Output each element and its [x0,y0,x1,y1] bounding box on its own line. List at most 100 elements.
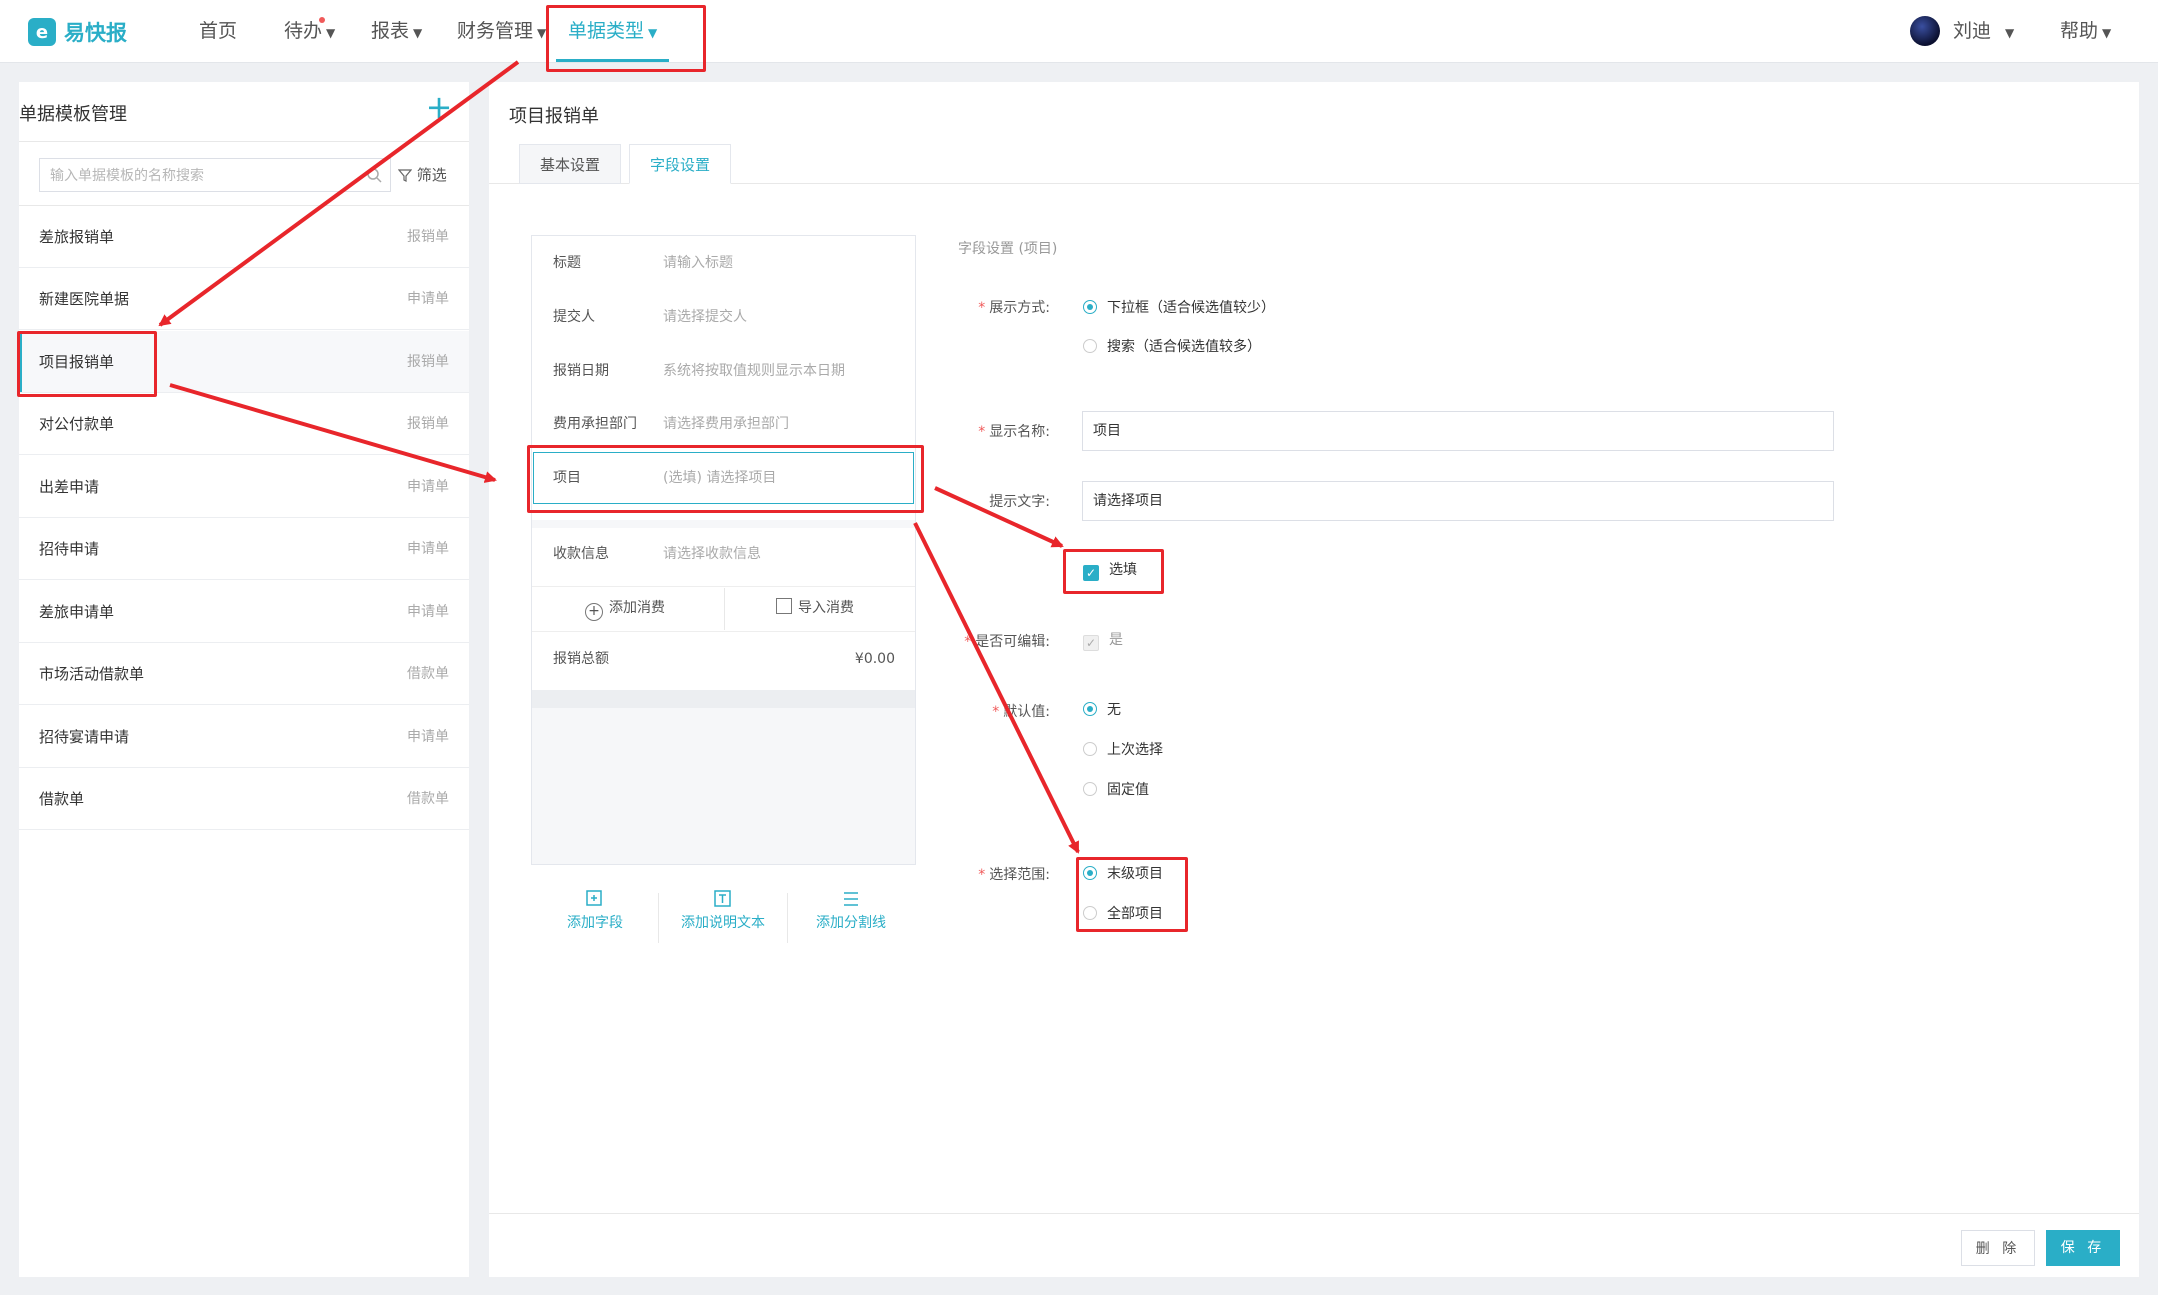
add-divider-label: 添加分割线 [816,915,886,931]
field-label: 费用承担部门 [553,416,637,432]
nav-finance[interactable]: 财务管理 ▼ [457,0,546,62]
template-name: 差旅申请单 [39,603,115,621]
preview-field-title[interactable]: 标题 请输入标题 [553,248,733,278]
option-label: 无 [1107,702,1121,718]
user-menu[interactable]: 刘迪 ▼ [1953,0,2014,62]
divider [787,893,788,943]
template-type: 申请单 [407,479,449,495]
help-label: 帮助 [2060,20,2099,42]
template-name: 市场活动借款单 [39,665,145,683]
label-text: 是否可编辑: [975,634,1050,650]
template-row[interactable]: 市场活动借款单 借款单 [19,643,469,705]
field-placeholder: 请选择收款信息 [663,546,761,562]
divider [532,631,915,632]
tab-field-settings[interactable]: 字段设置 [629,144,732,184]
add-icon[interactable]: + [424,91,454,123]
settings-title: 字段设置 (项目) [958,241,1058,257]
page-title: 项目报销单 [509,106,599,127]
add-description-button[interactable]: 添加说明文本 [668,890,778,932]
field-placeholder: 请选择费用承担部门 [663,416,789,432]
text-icon [714,890,731,907]
divider [19,141,469,142]
label-text: 显示名称: [989,424,1050,440]
preview-field-payee[interactable]: 收款信息 请选择收款信息 [553,539,761,569]
nav-todo[interactable]: 待办 ▼ [284,0,335,62]
avatar[interactable] [1910,16,1940,46]
template-row[interactable]: 差旅报销单 报销单 [19,206,469,268]
preview-separator-bar [532,690,915,708]
nav-finance-label: 财务管理 [457,20,534,42]
add-expense-label: 添加消费 [609,600,665,616]
option-label: 上次选择 [1107,742,1163,758]
add-divider-button[interactable]: 添加分割线 [796,890,906,932]
panel-title: 单据模板管理 [19,104,127,125]
total-label: 报销总额 [553,651,609,667]
import-expense-button[interactable]: 导入消费 [776,597,854,617]
field-label: 收款信息 [553,546,609,562]
template-type: 申请单 [407,541,449,557]
template-type: 借款单 [407,666,449,682]
template-type: 报销单 [407,229,449,245]
annotation-box-scope [1076,857,1188,932]
nav-reports[interactable]: 报表 ▼ [371,0,422,62]
default-value-label: * 默认值: [992,704,1050,720]
search-icon[interactable] [366,167,382,183]
radio-icon [1083,782,1097,796]
display-name-label: * 显示名称: [978,424,1050,440]
template-row[interactable]: 对公付款单 报销单 [19,393,469,455]
add-field-label: 添加字段 [567,915,623,931]
option-label: 是 [1109,632,1123,648]
logo-icon: e [28,18,56,46]
radio-dropdown[interactable]: 下拉框（适合候选值较少） [1083,296,1275,320]
user-name: 刘迪 [1953,20,1992,42]
annotation-box-optional [1063,549,1164,594]
preview-total: 报销总额 [553,644,663,674]
annotation-box-nav [546,5,706,72]
template-row[interactable]: 招待申请 申请单 [19,518,469,580]
chevron-down-icon: ▼ [413,26,423,40]
template-name: 招待申请 [39,540,100,558]
divider [532,586,915,587]
template-name: 对公付款单 [39,415,115,433]
scope-label: * 选择范围: [978,867,1050,883]
radio-default-none[interactable]: 无 [1083,698,1121,722]
nav-home[interactable]: 首页 [199,0,237,62]
option-label: 固定值 [1107,782,1149,798]
annotation-box-template [17,331,157,397]
radio-default-last[interactable]: 上次选择 [1083,738,1163,762]
tab-basic-settings[interactable]: 基本设置 [519,144,622,184]
field-label: 报销日期 [553,363,609,379]
template-type: 报销单 [407,416,449,432]
app-logo[interactable]: e 易快报 [28,18,127,46]
chevron-down-icon: ▼ [2102,26,2112,40]
add-field-button[interactable]: 添加字段 [540,890,650,932]
template-name: 新建医院单据 [39,290,130,308]
filter-button[interactable]: 筛选 [397,164,447,185]
search-input[interactable] [48,159,352,193]
hint-text-input[interactable]: 请选择项目 [1082,481,1834,521]
option-label: 下拉框（适合候选值较少） [1107,300,1275,316]
preview-field-date[interactable]: 报销日期 系统将按取值规则显示本日期 [553,356,845,386]
nav-todo-label: 待办 [284,20,323,42]
preview-field-department[interactable]: 费用承担部门 请选择费用承担部门 [553,409,789,439]
radio-icon [1083,742,1097,756]
template-row[interactable]: 新建医院单据 申请单 [19,268,469,330]
template-row[interactable]: 差旅申请单 申请单 [19,581,469,643]
template-row[interactable]: 出差申请 申请单 [19,456,469,518]
save-button[interactable]: 保 存 [2046,1230,2120,1266]
field-placeholder: 请输入标题 [663,255,733,271]
template-row[interactable]: 招待宴请申请 申请单 [19,706,469,768]
help-menu[interactable]: 帮助 ▼ [2060,0,2111,62]
preview-field-submitter[interactable]: 提交人 请选择提交人 [553,302,747,332]
delete-button[interactable]: 删 除 [1961,1230,2035,1266]
plus-circle-icon: + [585,603,603,621]
display-name-input[interactable]: 项目 [1082,411,1834,451]
add-expense-button[interactable]: + 添加消费 [585,597,665,621]
radio-icon [1083,339,1097,353]
nav-home-label: 首页 [199,20,238,42]
radio-search[interactable]: 搜索（适合候选值较多） [1083,335,1261,359]
chevron-down-icon: ▼ [326,26,336,40]
template-row[interactable]: 借款单 借款单 [19,768,469,830]
radio-default-fixed[interactable]: 固定值 [1083,778,1149,802]
template-type: 申请单 [407,291,449,307]
